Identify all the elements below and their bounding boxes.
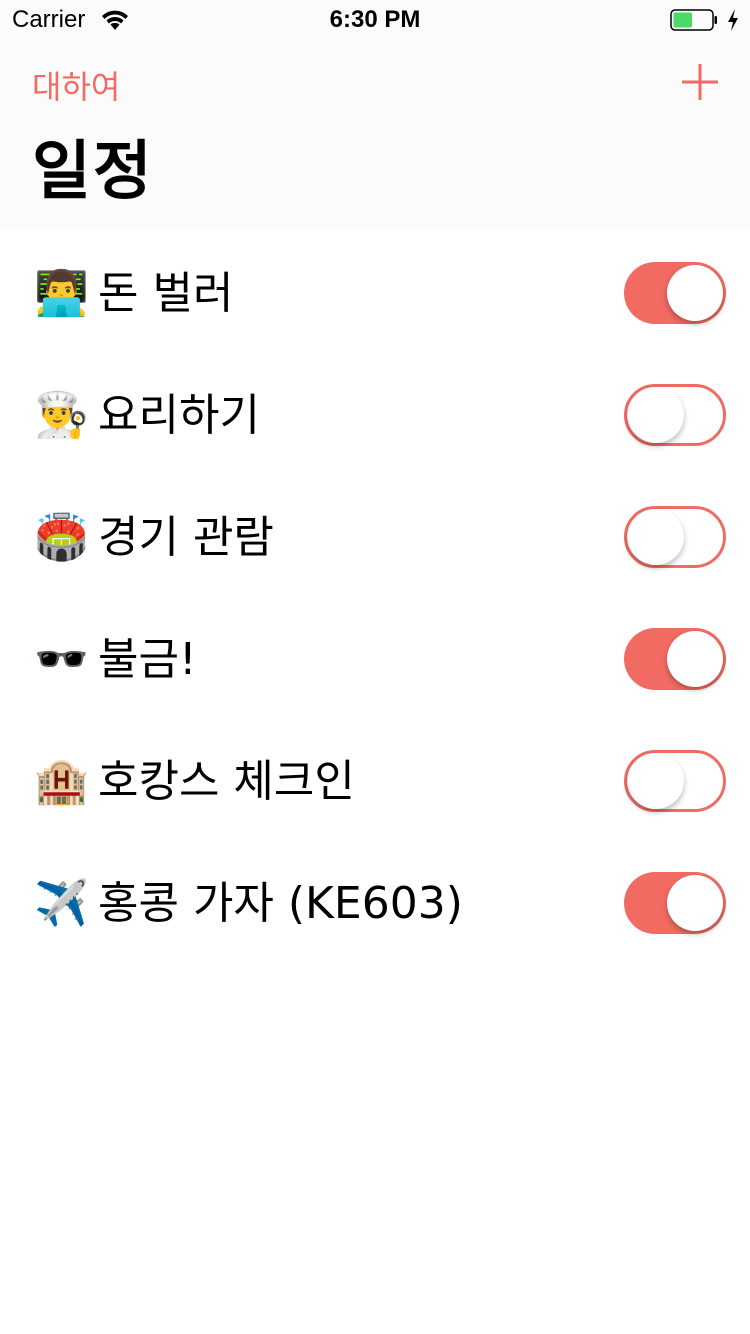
list-item: 🏨 호캉스 체크인 bbox=[0, 720, 750, 842]
toggle-knob bbox=[667, 875, 723, 931]
schedule-emoji-icon: 🏟️ bbox=[34, 512, 89, 563]
plus-icon[interactable] bbox=[680, 62, 720, 102]
schedule-label: 요리하기 bbox=[98, 390, 260, 441]
toggle-knob bbox=[667, 265, 723, 321]
schedule-toggle[interactable] bbox=[624, 750, 726, 812]
schedule-label: 홍콩 가자 (KE603) bbox=[98, 878, 463, 929]
schedule-label: 호캉스 체크인 bbox=[98, 756, 355, 807]
toggle-knob bbox=[628, 387, 684, 443]
schedule-toggle[interactable] bbox=[624, 262, 726, 324]
schedule-list: 👨‍💻 돈 벌러 👨‍🍳 요리하기 🏟️ 경기 관람 🕶️ 불금! 🏨 호캉스 체크인 ✈️ 홍콩 가… bbox=[0, 232, 750, 964]
schedule-label: 경기 관람 bbox=[98, 512, 274, 563]
list-item: 🏟️ 경기 관람 bbox=[0, 476, 750, 598]
clock: 6:30 PM bbox=[329, 6, 421, 33]
list-item: 🕶️ 불금! bbox=[0, 598, 750, 720]
schedule-label: 돈 벌러 bbox=[98, 268, 234, 319]
toggle-knob bbox=[628, 753, 684, 809]
list-item: 👨‍🍳 요리하기 bbox=[0, 354, 750, 476]
schedule-toggle[interactable] bbox=[624, 384, 726, 446]
back-button[interactable]: 대하여 bbox=[32, 62, 120, 108]
schedule-emoji-icon: 👨‍🍳 bbox=[34, 390, 89, 441]
schedule-toggle[interactable] bbox=[624, 628, 726, 690]
schedule-emoji-icon: 🕶️ bbox=[34, 634, 89, 685]
toggle-knob bbox=[667, 631, 723, 687]
page-title: 일정 bbox=[32, 135, 154, 209]
schedule-label: 불금! bbox=[98, 634, 197, 685]
battery-icon bbox=[670, 9, 717, 31]
toggle-knob bbox=[628, 509, 684, 565]
schedule-emoji-icon: 👨‍💻 bbox=[34, 268, 89, 319]
charging-bolt-icon bbox=[728, 9, 738, 31]
navigation-bar: 대하여 일정 bbox=[0, 40, 750, 230]
status-bar: Carrier 6:30 PM bbox=[0, 0, 750, 40]
schedule-emoji-icon: ✈️ bbox=[34, 878, 89, 929]
schedule-toggle[interactable] bbox=[624, 872, 726, 934]
schedule-emoji-icon: 🏨 bbox=[34, 756, 89, 807]
list-item: ✈️ 홍콩 가자 (KE603) bbox=[0, 842, 750, 964]
list-item: 👨‍💻 돈 벌러 bbox=[0, 232, 750, 354]
schedule-toggle[interactable] bbox=[624, 506, 726, 568]
